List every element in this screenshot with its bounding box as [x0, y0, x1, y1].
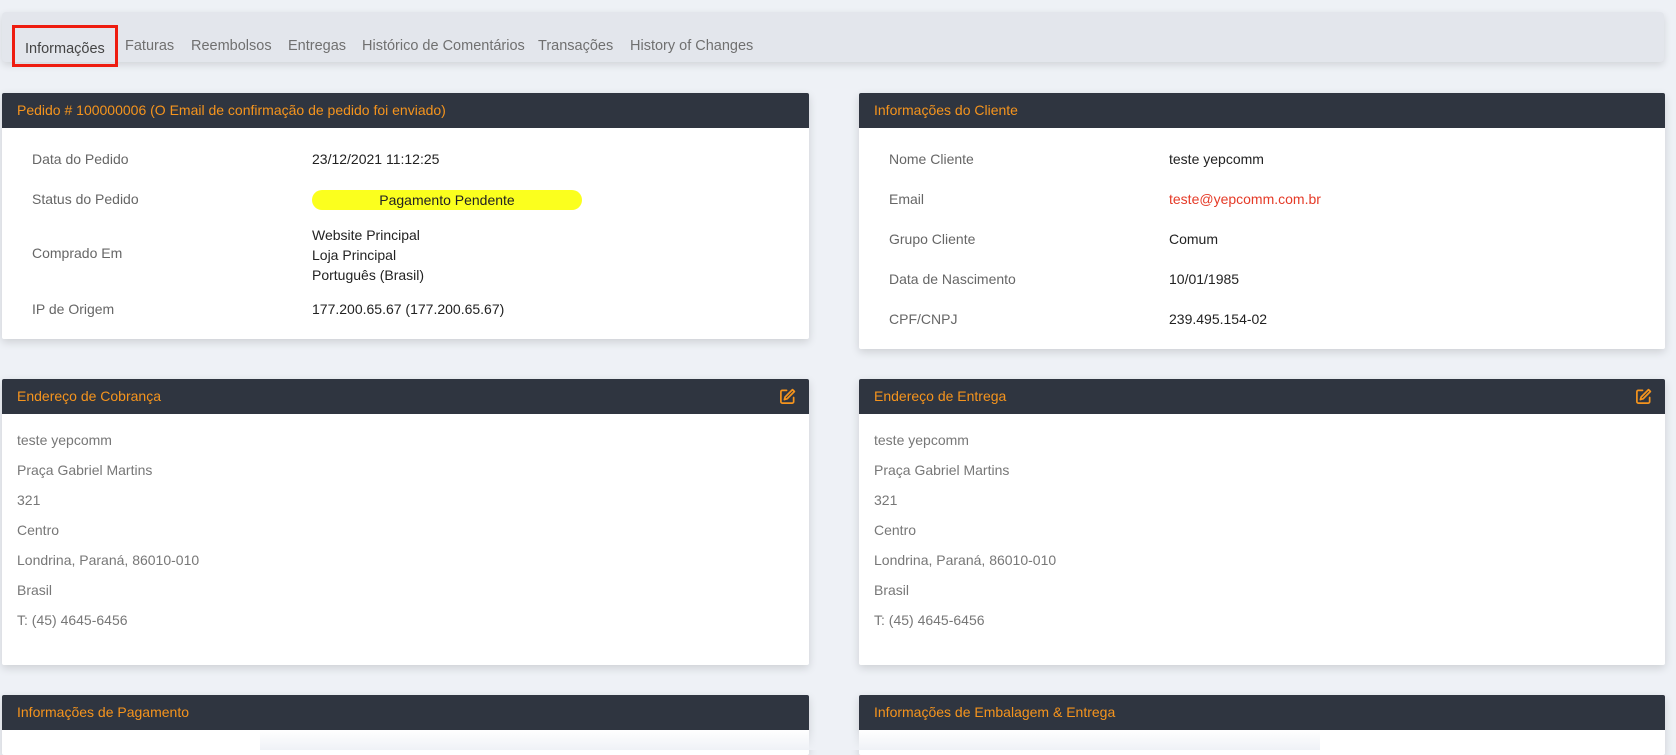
- shipping-name: teste yepcomm: [874, 432, 969, 448]
- tab-transacoes[interactable]: Transações: [538, 22, 613, 70]
- customer-email-link[interactable]: teste@yepcomm.com.br: [1169, 191, 1321, 207]
- order-card-title: Pedido # 100000006 (O Email de confirmaç…: [2, 93, 809, 128]
- edit-icon[interactable]: [1635, 388, 1652, 405]
- customer-card-title: Informações do Cliente: [859, 93, 1665, 128]
- tab-informacoes[interactable]: Informações: [12, 25, 118, 67]
- order-ip-label: IP de Origem: [32, 301, 115, 317]
- tab-reembolsos[interactable]: Reembolsos: [191, 22, 272, 70]
- order-purchased-label: Comprado Em: [32, 245, 123, 261]
- customer-doc-value: 239.495.154-02: [1169, 311, 1268, 327]
- customer-name-value: teste yepcomm: [1169, 151, 1264, 167]
- shipping-city: Londrina, Paraná, 86010-010: [874, 552, 1057, 568]
- shipping-address-header: Endereço de Entrega: [859, 379, 1665, 414]
- customer-group-value: Comum: [1169, 231, 1219, 247]
- billing-number: 321: [17, 492, 41, 508]
- order-purchased-website: Website Principal: [312, 227, 420, 243]
- order-purchased-value: Website Principal Loja Principal Portugu…: [312, 225, 424, 285]
- billing-address-title: Endereço de Cobrança: [17, 388, 161, 404]
- edit-icon[interactable]: [779, 388, 796, 405]
- customer-group-label: Grupo Cliente: [889, 231, 976, 247]
- customer-email-label: Email: [889, 191, 925, 207]
- order-date-label: Data do Pedido: [32, 151, 129, 167]
- billing-name: teste yepcomm: [17, 432, 112, 448]
- order-purchased-store: Loja Principal: [312, 247, 397, 263]
- customer-card: Informações do Cliente Nome Cliente test…: [859, 93, 1665, 349]
- bottom-fade: [260, 730, 1320, 750]
- shipping-country: Brasil: [874, 582, 910, 598]
- status-badge: Pagamento Pendente: [312, 190, 582, 210]
- shipping-number: 321: [874, 492, 898, 508]
- shipping-street: Praça Gabriel Martins: [874, 462, 1010, 478]
- order-status-label: Status do Pedido: [32, 191, 139, 207]
- tab-entregas[interactable]: Entregas: [288, 22, 346, 70]
- shipping-address-title: Endereço de Entrega: [874, 388, 1007, 404]
- order-ip-value: 177.200.65.67 (177.200.65.67): [312, 301, 505, 317]
- billing-phone: T: (45) 4645-6456: [17, 612, 128, 628]
- shipping-address-card: Endereço de Entrega teste yepcomm Praça …: [859, 379, 1665, 665]
- customer-doc-label: CPF/CNPJ: [889, 311, 958, 327]
- shipping-district: Centro: [874, 522, 917, 538]
- billing-address-header: Endereço de Cobrança: [2, 379, 809, 414]
- order-date-value: 23/12/2021 11:12:25: [312, 151, 440, 167]
- tab-history-of-changes[interactable]: History of Changes: [630, 22, 753, 70]
- billing-city: Londrina, Paraná, 86010-010: [17, 552, 200, 568]
- order-card: Pedido # 100000006 (O Email de confirmaç…: [2, 93, 809, 339]
- billing-address-card: Endereço de Cobrança teste yepcomm Praça…: [2, 379, 809, 665]
- payment-card-title: Informações de Pagamento: [2, 695, 809, 730]
- billing-country: Brasil: [17, 582, 53, 598]
- customer-dob-label: Data de Nascimento: [889, 271, 1016, 287]
- billing-district: Centro: [17, 522, 60, 538]
- shipping-phone: T: (45) 4645-6456: [874, 612, 985, 628]
- customer-name-label: Nome Cliente: [889, 151, 974, 167]
- tab-historico-comentarios[interactable]: Histórico de Comentários: [362, 22, 525, 70]
- tab-faturas[interactable]: Faturas: [125, 22, 174, 70]
- billing-street: Praça Gabriel Martins: [17, 462, 153, 478]
- order-purchased-language: Português (Brasil): [312, 267, 425, 283]
- packaging-card-title: Informações de Embalagem & Entrega: [859, 695, 1665, 730]
- customer-dob-value: 10/01/1985: [1169, 271, 1240, 287]
